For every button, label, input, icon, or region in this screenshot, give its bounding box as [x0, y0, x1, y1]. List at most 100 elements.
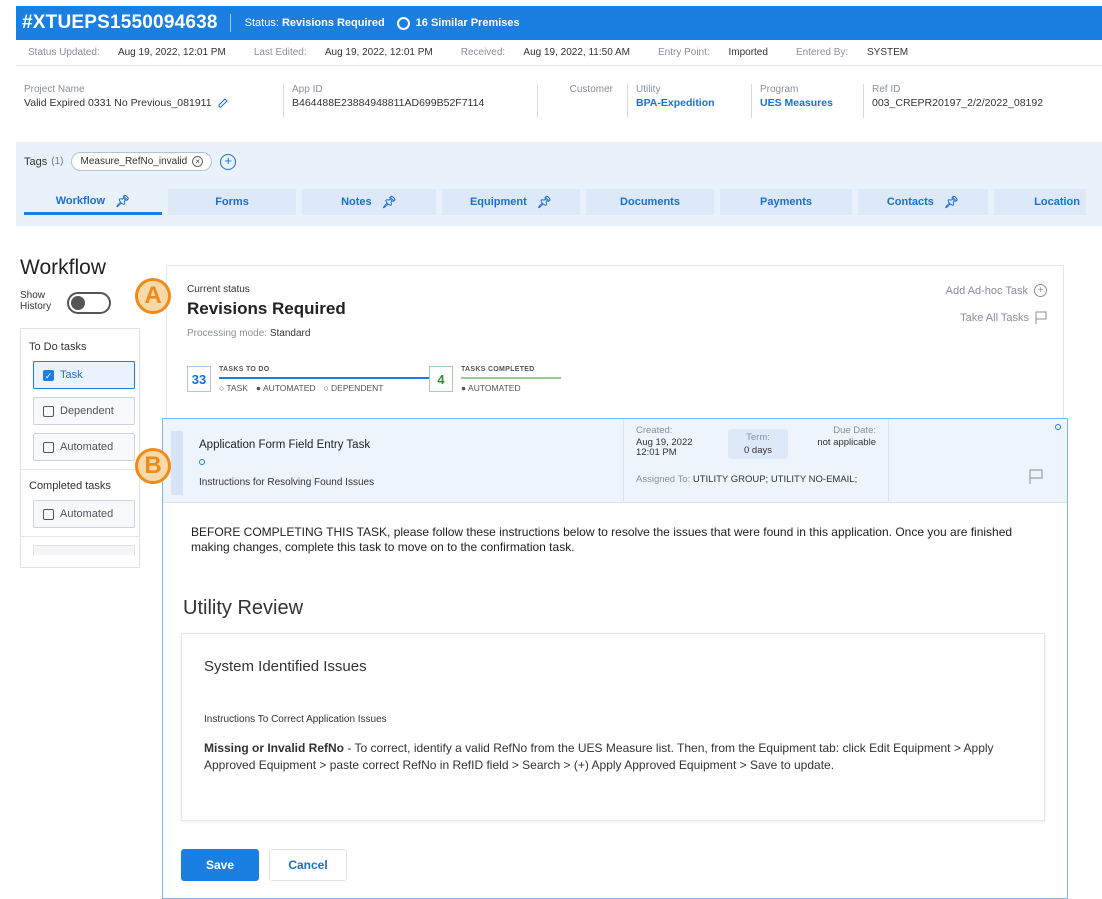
flag-icon[interactable]	[1029, 469, 1043, 484]
filter-dependent-label: Dependent	[60, 405, 114, 417]
save-button[interactable]: Save	[181, 849, 259, 881]
last-edited-value: Aug 19, 2022, 12:01 PM	[324, 47, 433, 58]
tag-chip[interactable]: Measure_RefNo_invalid ×	[71, 152, 213, 171]
assigned-to: Assigned To: UTILITY GROUP; UTILITY NO-E…	[636, 475, 886, 485]
tab-workflow[interactable]: Workflow 📌︎	[24, 189, 162, 215]
customer-label: Customer	[569, 84, 613, 95]
tab-documents[interactable]: Documents	[586, 189, 714, 215]
status-value: Revisions Required	[281, 17, 385, 29]
tab-location-label: Location	[1034, 196, 1080, 208]
add-adhoc-task-button[interactable]: Add Ad-hoc Task +	[946, 284, 1047, 297]
flag-icon	[1035, 311, 1047, 324]
filter-completed-automated[interactable]: Automated	[33, 500, 135, 528]
status-updated-value: Aug 19, 2022, 12:01 PM	[117, 47, 226, 58]
ref-id-cell: Ref ID 003_CREPR20197_2/2/2022_08192	[864, 84, 1102, 118]
callout-a: A	[135, 278, 171, 314]
cancel-button[interactable]: Cancel	[269, 849, 347, 881]
pencil-icon[interactable]	[218, 98, 228, 108]
ref-id-value: 003_CREPR20197_2/2/2022_08192	[872, 97, 1044, 109]
tab-notes[interactable]: Notes 📌︎	[302, 189, 436, 215]
issues-card: System Identified Issues Instructions To…	[181, 633, 1045, 821]
pin-icon[interactable]: 📌︎	[537, 195, 552, 209]
issues-subtitle: Instructions To Correct Application Issu…	[204, 714, 387, 725]
processing-mode: Processing mode: Standard	[187, 328, 310, 339]
remove-tag-icon[interactable]: ×	[192, 156, 204, 167]
legend-task: ○ TASK	[219, 383, 248, 393]
tags-count: (1)	[51, 156, 64, 167]
legend-dependent-label: DEPENDENT	[331, 383, 384, 393]
customer-cell: Customer	[538, 84, 628, 118]
project-name-label: Project Name	[24, 84, 85, 95]
tags-label: Tags	[24, 155, 48, 168]
tags-and-tabs: Tags (1) Measure_RefNo_invalid × + Workf…	[16, 142, 1102, 226]
task-filter-panel: To Do tasks ✓ Task Dependent Automated Co…	[20, 328, 140, 568]
take-all-tasks-button[interactable]: Take All Tasks	[960, 311, 1047, 324]
tab-notes-label: Notes	[341, 196, 372, 208]
tab-workflow-label: Workflow	[55, 194, 106, 207]
task-instructions: BEFORE COMPLETING THIS TASK, please foll…	[191, 525, 1013, 554]
filter-partial[interactable]	[33, 545, 135, 555]
tab-location[interactable]: Location	[994, 189, 1086, 215]
tasks-completed-meta: TASKS COMPLETED ● AUTOMATED	[461, 366, 561, 393]
show-history-toggle[interactable]	[67, 292, 111, 314]
app-id-value: B464488E23884948811AD699B52F7114	[292, 97, 485, 109]
status-dot-icon	[1055, 424, 1061, 430]
header-bar: #XTUEPS1550094638 Status: Revisions Requ…	[16, 6, 1102, 40]
tasks-todo-counter[interactable]: 33 TASKS TO DO ○ TASK ● AUTOMATED ○ DEPE…	[187, 366, 429, 393]
filter-task[interactable]: ✓ Task	[33, 361, 135, 389]
checkbox-icon	[43, 405, 54, 417]
term-label: Term:	[746, 432, 770, 443]
globe-icon	[396, 16, 410, 30]
divider	[21, 469, 139, 470]
filter-automated[interactable]: Automated	[33, 433, 135, 461]
tasks-completed-legend: ● AUTOMATED	[461, 383, 561, 393]
status-updated-label: Status Updated:	[28, 47, 100, 58]
pin-icon[interactable]: 📌︎	[382, 195, 397, 209]
entered-by-value: SYSTEM	[866, 47, 909, 58]
plus-circle-icon: +	[1034, 284, 1047, 297]
toggle-knob	[71, 296, 85, 310]
program-link[interactable]: UES Measures	[760, 97, 849, 109]
tab-equipment[interactable]: Equipment 📌︎	[442, 189, 580, 215]
created-label: Created:	[636, 425, 673, 436]
similar-premises-link[interactable]: 16 Similar Premises	[396, 16, 520, 30]
task-header[interactable]: Application Form Field Entry Task Instru…	[163, 419, 1067, 503]
project-name-cell: Project Name Valid Expired 0331 No Previ…	[16, 84, 284, 118]
task-details: Created: Aug 19, 2022 12:01 PM Term: 0 d…	[623, 419, 889, 503]
project-name-text: Valid Expired 0331 No Previous_081911	[24, 97, 212, 109]
legend-completed-automated: ● AUTOMATED	[461, 383, 521, 393]
tab-forms-label: Forms	[215, 196, 249, 208]
legend-automated-label: AUTOMATED	[262, 383, 316, 393]
utility-link[interactable]: BPA-Expedition	[636, 97, 737, 109]
app-id-cell: App ID B464488E23884948811AD699B52F7114	[284, 84, 538, 118]
filter-dependent[interactable]: Dependent	[33, 397, 135, 425]
tab-forms[interactable]: Forms	[168, 189, 296, 215]
tasks-todo-count: 33	[187, 366, 211, 392]
pin-icon[interactable]: 📌︎	[115, 194, 130, 208]
filter-completed-automated-label: Automated	[60, 508, 114, 520]
application-id: #XTUEPS1550094638	[22, 12, 218, 33]
tasks-completed-counter[interactable]: 4 TASKS COMPLETED ● AUTOMATED	[429, 366, 561, 393]
add-tag-icon[interactable]: +	[220, 153, 237, 170]
ref-id-label: Ref ID	[872, 84, 901, 95]
project-name-value: Valid Expired 0331 No Previous_081911	[24, 97, 269, 109]
tab-equipment-label: Equipment	[469, 196, 527, 208]
meta-line: Status Updated: Aug 19, 2022, 12:01 PM L…	[16, 40, 1102, 66]
legend-automated: ● AUTOMATED	[255, 383, 316, 393]
project-info-row: Project Name Valid Expired 0331 No Previ…	[16, 84, 1102, 132]
legend-task-label: TASK	[226, 383, 248, 393]
take-all-tasks-label: Take All Tasks	[960, 311, 1029, 324]
tab-contacts[interactable]: Contacts 📌︎	[858, 189, 988, 215]
last-edited: Last Edited: Aug 19, 2022, 12:01 PM	[248, 47, 433, 58]
tasks-todo-legend: ○ TASK ● AUTOMATED ○ DEPENDENT	[219, 383, 429, 393]
processing-mode-value: Standard	[269, 328, 311, 339]
tab-payments[interactable]: Payments	[720, 189, 852, 215]
checkbox-icon	[43, 508, 54, 520]
tab-contacts-label: Contacts	[886, 196, 934, 208]
task-accent-bar	[171, 431, 183, 495]
tab-payments-label: Payments	[760, 196, 812, 208]
legend-completed-automated-label: AUTOMATED	[468, 383, 521, 393]
workflow-title: Workflow	[20, 256, 106, 279]
received: Received: Aug 19, 2022, 11:50 AM	[455, 47, 630, 58]
pin-icon[interactable]: 📌︎	[944, 195, 959, 209]
